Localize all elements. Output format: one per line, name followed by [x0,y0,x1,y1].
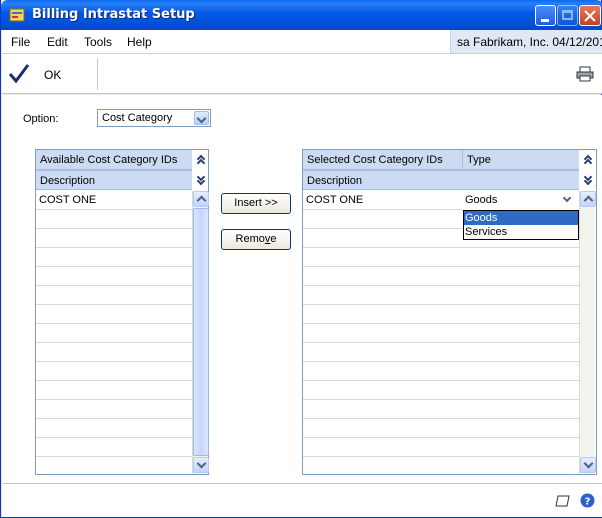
collapse-icon[interactable] [193,152,209,168]
available-rows: COST ONE [36,191,192,474]
row-description: COST ONE [39,194,97,206]
table-row[interactable] [36,438,192,457]
selected-header-label: Selected Cost Category IDs [307,154,443,166]
type-select[interactable]: Goods [463,191,579,210]
table-row[interactable] [36,362,192,381]
scroll-up-icon[interactable] [580,191,596,207]
svg-text:?: ? [585,497,591,508]
expand-icon[interactable] [193,172,209,188]
selected-scrollbar[interactable] [579,191,596,474]
remove-label-end: e [270,233,277,245]
description-header-label: Description [40,175,96,187]
ok-button[interactable]: OK [2,54,96,94]
menu-bar: File Edit Tools Help sa Fabrikam, Inc. 0… [2,30,602,54]
selected-ids-grid: Selected Cost Category IDs Type Descript… [302,149,597,475]
title-bar[interactable]: Billing Intrastat Setup [1,0,602,30]
remove-button[interactable]: Remove [221,229,291,250]
scroll-thumb[interactable] [193,208,209,456]
table-row[interactable] [36,267,192,286]
scroll-down-icon[interactable] [193,457,209,473]
status-bar: ? [2,483,602,517]
option-select[interactable]: Cost Category [97,109,211,127]
type-value: Goods [465,194,498,206]
table-row[interactable] [303,305,579,324]
table-row[interactable] [36,229,192,248]
type-option-goods[interactable]: Goods [464,211,578,225]
table-row[interactable] [36,210,192,229]
table-row[interactable] [36,457,192,476]
table-row[interactable] [303,457,579,476]
available-ids-grid: Available Cost Category IDs Description … [35,149,209,475]
table-row[interactable] [36,400,192,419]
menu-help[interactable]: Help [127,35,152,49]
chevron-down-icon[interactable] [562,193,572,203]
option-value: Cost Category [102,112,173,124]
menu-tools[interactable]: Tools [84,35,112,49]
ok-label: OK [44,68,62,82]
table-row[interactable] [36,343,192,362]
type-header-label: Type [467,154,491,166]
menu-edit[interactable]: Edit [47,35,68,49]
table-row[interactable] [303,381,579,400]
close-icon [584,10,596,22]
billing-intrastat-setup-window: Billing Intrastat Setup File Edit Tools … [0,0,602,518]
table-row[interactable]: COST ONE Goods [303,191,579,210]
company-date-bar[interactable]: sa Fabrikam, Inc. 04/12/2017 [450,30,602,53]
description-header: Description [36,170,192,190]
remove-label-start: Remo [235,233,265,245]
scroll-down-icon[interactable] [580,457,596,473]
chevron-down-icon[interactable] [194,111,209,125]
table-row[interactable] [36,419,192,438]
window-title: Billing Intrastat Setup [32,7,195,22]
collapse-icon[interactable] [580,152,596,168]
form-content: Option: Cost Category Available Cost Cat… [2,95,602,517]
type-header: Type [463,150,579,170]
table-row[interactable] [303,343,579,362]
type-option-services[interactable]: Services [464,225,578,239]
available-header-label: Available Cost Category IDs [40,154,178,166]
type-dropdown-list: Goods Services [463,210,579,240]
table-row[interactable] [36,324,192,343]
table-row[interactable] [36,286,192,305]
table-row[interactable] [36,381,192,400]
maximize-icon [562,10,573,20]
maximize-button[interactable] [557,5,578,26]
table-row[interactable] [303,286,579,305]
table-row[interactable] [303,267,579,286]
help-icon[interactable]: ? [580,493,595,508]
expand-icon[interactable] [580,172,596,188]
table-row[interactable] [36,305,192,324]
option-label: Option: [23,113,59,125]
checkmark-icon [8,64,30,84]
app-icon [9,8,25,22]
description-header-label: Description [307,175,363,187]
close-button[interactable] [579,5,601,26]
selected-header: Selected Cost Category IDs [303,150,463,170]
table-row[interactable] [303,419,579,438]
minimize-icon [541,19,549,22]
table-row[interactable] [303,324,579,343]
scroll-up-icon[interactable] [193,191,209,207]
minimize-button[interactable] [535,5,556,26]
toolbar-separator [97,58,98,90]
table-row[interactable] [303,400,579,419]
printer-icon[interactable] [576,66,594,82]
table-row[interactable] [36,248,192,267]
description-header: Description [303,170,579,190]
table-row[interactable] [303,362,579,381]
table-row[interactable]: COST ONE [36,191,192,210]
table-row[interactable] [303,438,579,457]
available-header: Available Cost Category IDs [36,150,192,170]
row-description: COST ONE [306,194,364,206]
available-scrollbar[interactable] [192,191,209,474]
toolbar: OK [2,54,602,94]
note-icon[interactable] [555,494,571,508]
insert-button[interactable]: Insert >> [221,193,291,214]
table-row[interactable] [303,248,579,267]
menu-file[interactable]: File [11,35,30,49]
